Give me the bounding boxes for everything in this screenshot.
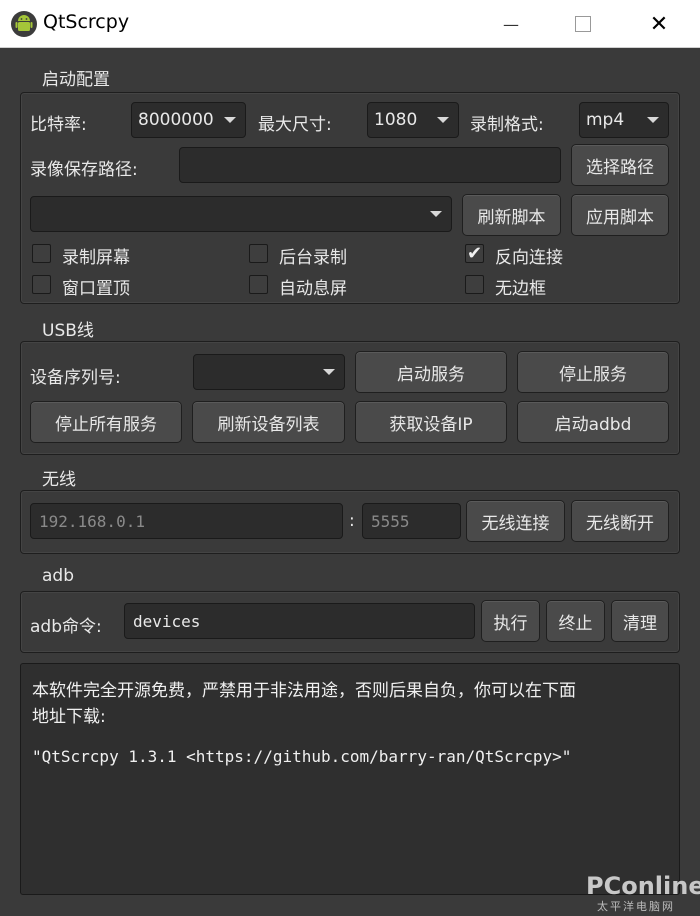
wireless-connect-button[interactable]: 无线连接 xyxy=(466,500,565,542)
bitrate-label: 比特率: xyxy=(30,115,87,135)
always-on-top-label: 窗口置顶 xyxy=(62,279,130,299)
frameless-label: 无边框 xyxy=(495,279,546,299)
reverse-connection-checkbox[interactable]: ✔ xyxy=(465,244,484,263)
save-path-input[interactable] xyxy=(179,147,561,183)
checkmark-icon: ✔ xyxy=(466,243,483,264)
adb-command-input[interactable]: devices xyxy=(124,603,475,639)
refresh-script-button[interactable]: 刷新脚本 xyxy=(462,194,561,236)
record-format-combo[interactable]: mp4 xyxy=(579,102,669,138)
record-screen-checkbox[interactable] xyxy=(32,244,51,263)
chevron-down-icon xyxy=(647,117,659,123)
get-device-ip-button[interactable]: 获取设备IP xyxy=(355,401,507,443)
window-title: QtScrcpy xyxy=(43,11,130,33)
start-adbd-button[interactable]: 启动adbd xyxy=(517,401,669,443)
auto-screen-off-checkbox[interactable] xyxy=(249,275,268,294)
max-size-label: 最大尺寸: xyxy=(258,115,332,135)
android-icon xyxy=(11,11,37,37)
bitrate-value: 8000000 xyxy=(138,110,214,130)
record-screen-label: 录制屏幕 xyxy=(62,248,130,268)
wireless-group-title: 无线 xyxy=(42,470,76,490)
save-path-label: 录像保存路径: xyxy=(30,160,138,180)
close-icon: ✕ xyxy=(649,11,669,37)
background-record-label: 后台录制 xyxy=(279,248,347,268)
maximize-icon xyxy=(575,16,591,32)
start-server-button[interactable]: 启动服务 xyxy=(355,351,507,393)
execute-button[interactable]: 执行 xyxy=(481,600,540,642)
chevron-down-icon xyxy=(430,211,442,217)
adb-command-label: adb命令: xyxy=(30,617,102,637)
apply-script-button[interactable]: 应用脚本 xyxy=(571,194,669,236)
frameless-checkbox[interactable] xyxy=(465,275,484,294)
stop-server-button[interactable]: 停止服务 xyxy=(517,351,669,393)
always-on-top-checkbox[interactable] xyxy=(32,275,51,294)
title-bar: QtScrcpy — ✕ xyxy=(0,0,700,48)
ip-input[interactable]: 192.168.0.1 xyxy=(30,503,343,539)
output-line-1: 本软件完全开源免费，严禁用于非法用途，否则后果自负，你可以在下面 xyxy=(32,681,576,701)
close-button[interactable]: ✕ xyxy=(636,0,682,48)
chevron-down-icon xyxy=(437,117,449,123)
background-record-checkbox[interactable] xyxy=(249,244,268,263)
port-input[interactable]: 5555 xyxy=(362,503,461,539)
record-format-value: mp4 xyxy=(586,110,625,130)
record-format-label: 录制格式: xyxy=(470,115,544,135)
minimize-icon: — xyxy=(503,14,519,34)
bitrate-combo[interactable]: 8000000 xyxy=(131,102,246,138)
watermark-subtitle: 太平洋电脑网 xyxy=(597,900,675,913)
adb-group-title: adb xyxy=(42,566,74,586)
refresh-devices-button[interactable]: 刷新设备列表 xyxy=(192,401,345,443)
launch-group-title: 启动配置 xyxy=(42,70,110,90)
output-console[interactable]: 本软件完全开源免费，严禁用于非法用途，否则后果自负，你可以在下面 地址下载: "… xyxy=(20,663,680,895)
output-line-3: "QtScrcpy 1.3.1 <https://github.com/barr… xyxy=(32,747,572,766)
serial-label: 设备序列号: xyxy=(30,368,121,388)
stop-all-servers-button[interactable]: 停止所有服务 xyxy=(30,401,182,443)
script-combo[interactable] xyxy=(30,196,452,232)
serial-combo[interactable] xyxy=(193,354,345,390)
wireless-disconnect-button[interactable]: 无线断开 xyxy=(571,500,669,542)
reverse-connection-label: 反向连接 xyxy=(495,248,563,268)
ip-port-separator: : xyxy=(349,511,355,531)
chevron-down-icon xyxy=(224,117,236,123)
clear-button[interactable]: 清理 xyxy=(611,600,669,642)
terminate-button[interactable]: 终止 xyxy=(546,600,605,642)
watermark-logo: PConline xyxy=(586,872,700,900)
auto-screen-off-label: 自动息屏 xyxy=(279,279,347,299)
maximize-button[interactable] xyxy=(560,0,606,48)
max-size-value: 1080 xyxy=(374,110,418,130)
chevron-down-icon xyxy=(323,369,335,375)
minimize-button[interactable]: — xyxy=(488,0,534,48)
max-size-combo[interactable]: 1080 xyxy=(367,102,459,138)
output-line-2: 地址下载: xyxy=(32,707,106,727)
usb-group-title: USB线 xyxy=(42,321,94,341)
select-path-button[interactable]: 选择路径 xyxy=(571,144,669,186)
